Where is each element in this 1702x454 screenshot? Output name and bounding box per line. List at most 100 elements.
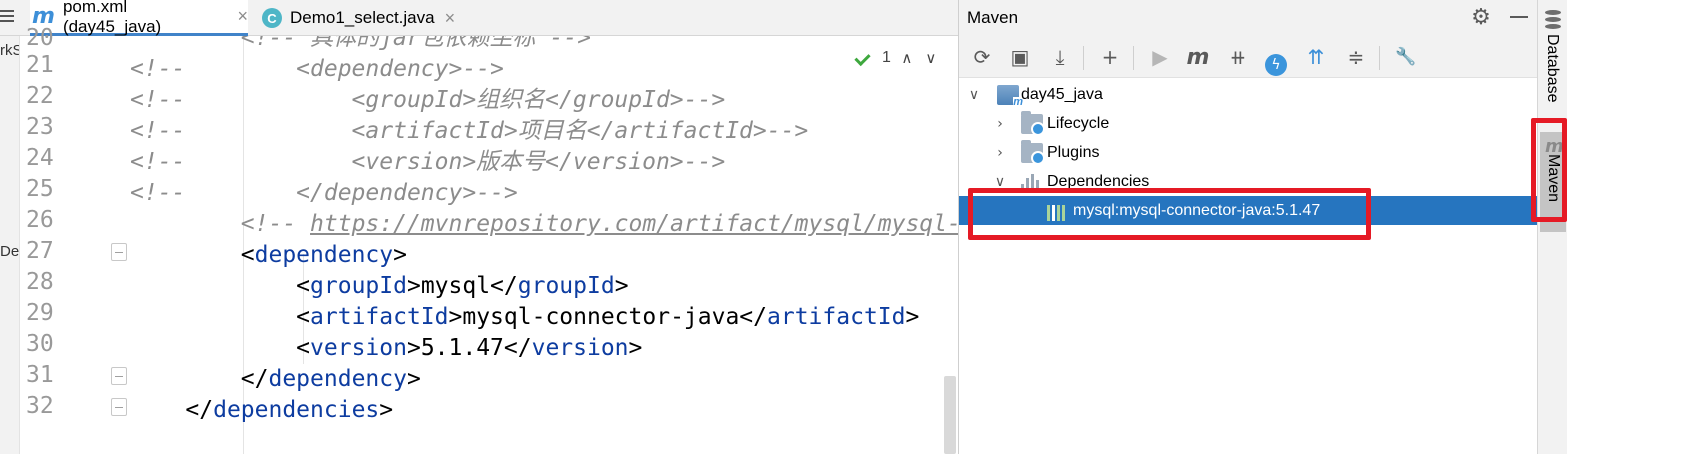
gear-icon[interactable]: ⚙ [1470,7,1492,29]
line-number: 30 [26,331,54,357]
code-token: <!-- <version>版本号</version>--> [130,149,726,175]
check-icon [856,50,874,66]
tree-item-mysql-connector[interactable]: mysql:mysql-connector-java:5.1.47 [959,196,1537,225]
right-tool-stripe: Database m Maven [1537,0,1567,454]
chevron-down-icon[interactable]: ∨ [993,175,1007,189]
chevron-down-icon[interactable]: ∨ [967,88,981,102]
code-token: < [296,273,311,299]
editor-area: m pom.xml (day45_java) × C Demo1_select.… [0,0,1040,454]
line-number: 26 [26,207,54,233]
line-number: 24 [26,145,54,171]
chevron-right-icon[interactable]: › [993,146,1007,160]
stripe-tab-maven[interactable]: m Maven [1540,132,1566,232]
fold-marker-icon[interactable] [111,398,127,416]
tree-item-label: mysql:mysql-connector-java:5.1.47 [1073,201,1321,219]
code-token: dependency [254,242,394,268]
skip-tests-button[interactable]: ϟ [1265,44,1291,76]
close-icon[interactable]: × [445,8,456,29]
fold-marker-icon[interactable] [111,367,127,385]
code-token: > [379,397,394,423]
tree-item-plugins[interactable]: › Plugins [959,138,1537,167]
hamburger-menu-icon[interactable] [0,7,18,29]
tree-item-label: Plugins [1047,143,1100,161]
code-token: version [310,335,407,361]
tree-item-dependencies[interactable]: ∨ Dependencies [959,167,1537,196]
database-icon [1545,10,1561,30]
maven-header: Maven ⚙ [959,0,1537,36]
previous-highlight-icon[interactable]: ∧ [899,49,915,67]
code-line: <version>5.1.47</version> [130,333,642,364]
folder-gear-icon [1021,110,1045,136]
tab-label: pom.xml (day45_java) [62,0,162,36]
line-number: 22 [26,83,54,109]
maven-project-tree: ∨ day45_java › Lifecycle › Plugins ∨ Dep… [959,80,1537,454]
minimize-icon[interactable] [1510,16,1528,18]
code-token: < [296,335,311,361]
code-token: version [531,335,629,361]
collapse-all-icon[interactable]: ≑ [1343,44,1369,70]
maven-toolbar: ⟳ ▣ ⤓ + ▶ m ⧺ ϟ ⇈ ≑ 🔧 [959,36,1537,78]
add-icon[interactable]: + [1097,44,1123,70]
line-number: 31 [26,362,54,388]
tree-item-lifecycle[interactable]: › Lifecycle [959,109,1537,138]
inspection-count: 1 [882,49,891,66]
tree-item-label: Dependencies [1047,172,1150,190]
code-token: dependency [268,366,407,392]
chevron-right-icon[interactable]: › [993,117,1007,131]
code-token: <!-- [240,211,311,237]
code-line: </dependency> [130,364,421,395]
truncated-label: De [0,243,20,260]
line-number: 32 [26,393,54,419]
line-number: 27 [26,238,54,264]
code-token: <!-- 具体的jar包依赖坐标 --> [240,36,591,51]
tree-item-project[interactable]: ∨ day45_java [959,80,1537,109]
project-tool-strip: rkS De [0,36,20,454]
download-icon[interactable]: ⤓ [1047,44,1073,70]
code-line: <groupId>mysql</groupId> [130,271,629,302]
code-line: </dependencies> [130,395,393,426]
execute-goal-icon[interactable]: m [1185,44,1211,70]
code-editor[interactable]: <!-- 具体的jar包依赖坐标 --> <!-- <dependency>-->… [130,36,960,454]
reload-icon[interactable]: ⟳ [969,44,995,70]
editor-scrollbar[interactable] [944,376,956,454]
code-token: </ [240,366,269,392]
generate-sources-icon[interactable]: ▣ [1007,44,1033,70]
code-token: > [905,304,920,330]
java-class-icon: C [262,8,282,28]
code-line: <!-- <groupId>组织名</groupId>--> [130,85,725,116]
code-token: < [296,304,311,330]
code-token: > [406,366,421,392]
editor-tab-bar: m pom.xml (day45_java) × C Demo1_select.… [0,0,1040,36]
maven-tool-window: Maven ⚙ ⟳ ▣ ⤓ + ▶ m ⧺ ϟ ⇈ ≑ 🔧 ∨ day45_ja… [959,0,1537,454]
code-token: artifactId [310,304,449,330]
line-number: 23 [26,114,54,140]
show-dependencies-icon[interactable]: ⇈ [1303,44,1329,70]
code-token: https://mvnrepository.com/artifact/mysql… [310,211,960,237]
stripe-tab-database[interactable]: Database [1543,34,1561,103]
tab-demo1-select-java[interactable]: C Demo1_select.java × [262,0,462,36]
fold-marker-icon[interactable] [111,243,127,261]
skip-tests-icon: ϟ [1265,54,1287,76]
inspection-widget[interactable]: 1 ∧ ∨ [856,46,939,70]
toggle-offline-icon[interactable]: ⧺ [1225,44,1251,70]
code-line: <!-- <dependency>--> [130,54,504,85]
next-highlight-icon[interactable]: ∨ [923,49,939,67]
close-icon[interactable]: × [237,6,248,27]
settings-wrench-icon[interactable]: 🔧 [1393,44,1419,70]
code-token: dependencies [213,397,380,423]
code-token: </ [185,397,214,423]
code-token: artifactId [767,304,906,330]
code-token: <!-- <groupId>组织名</groupId>--> [130,87,726,113]
code-line: <!-- <artifactId>项目名</artifactId>--> [130,116,808,147]
code-token: >mysql-connector-java</ [448,304,768,330]
toolbar-separator [1083,46,1084,70]
run-icon[interactable]: ▶ [1147,44,1173,70]
code-token: > [614,273,629,299]
